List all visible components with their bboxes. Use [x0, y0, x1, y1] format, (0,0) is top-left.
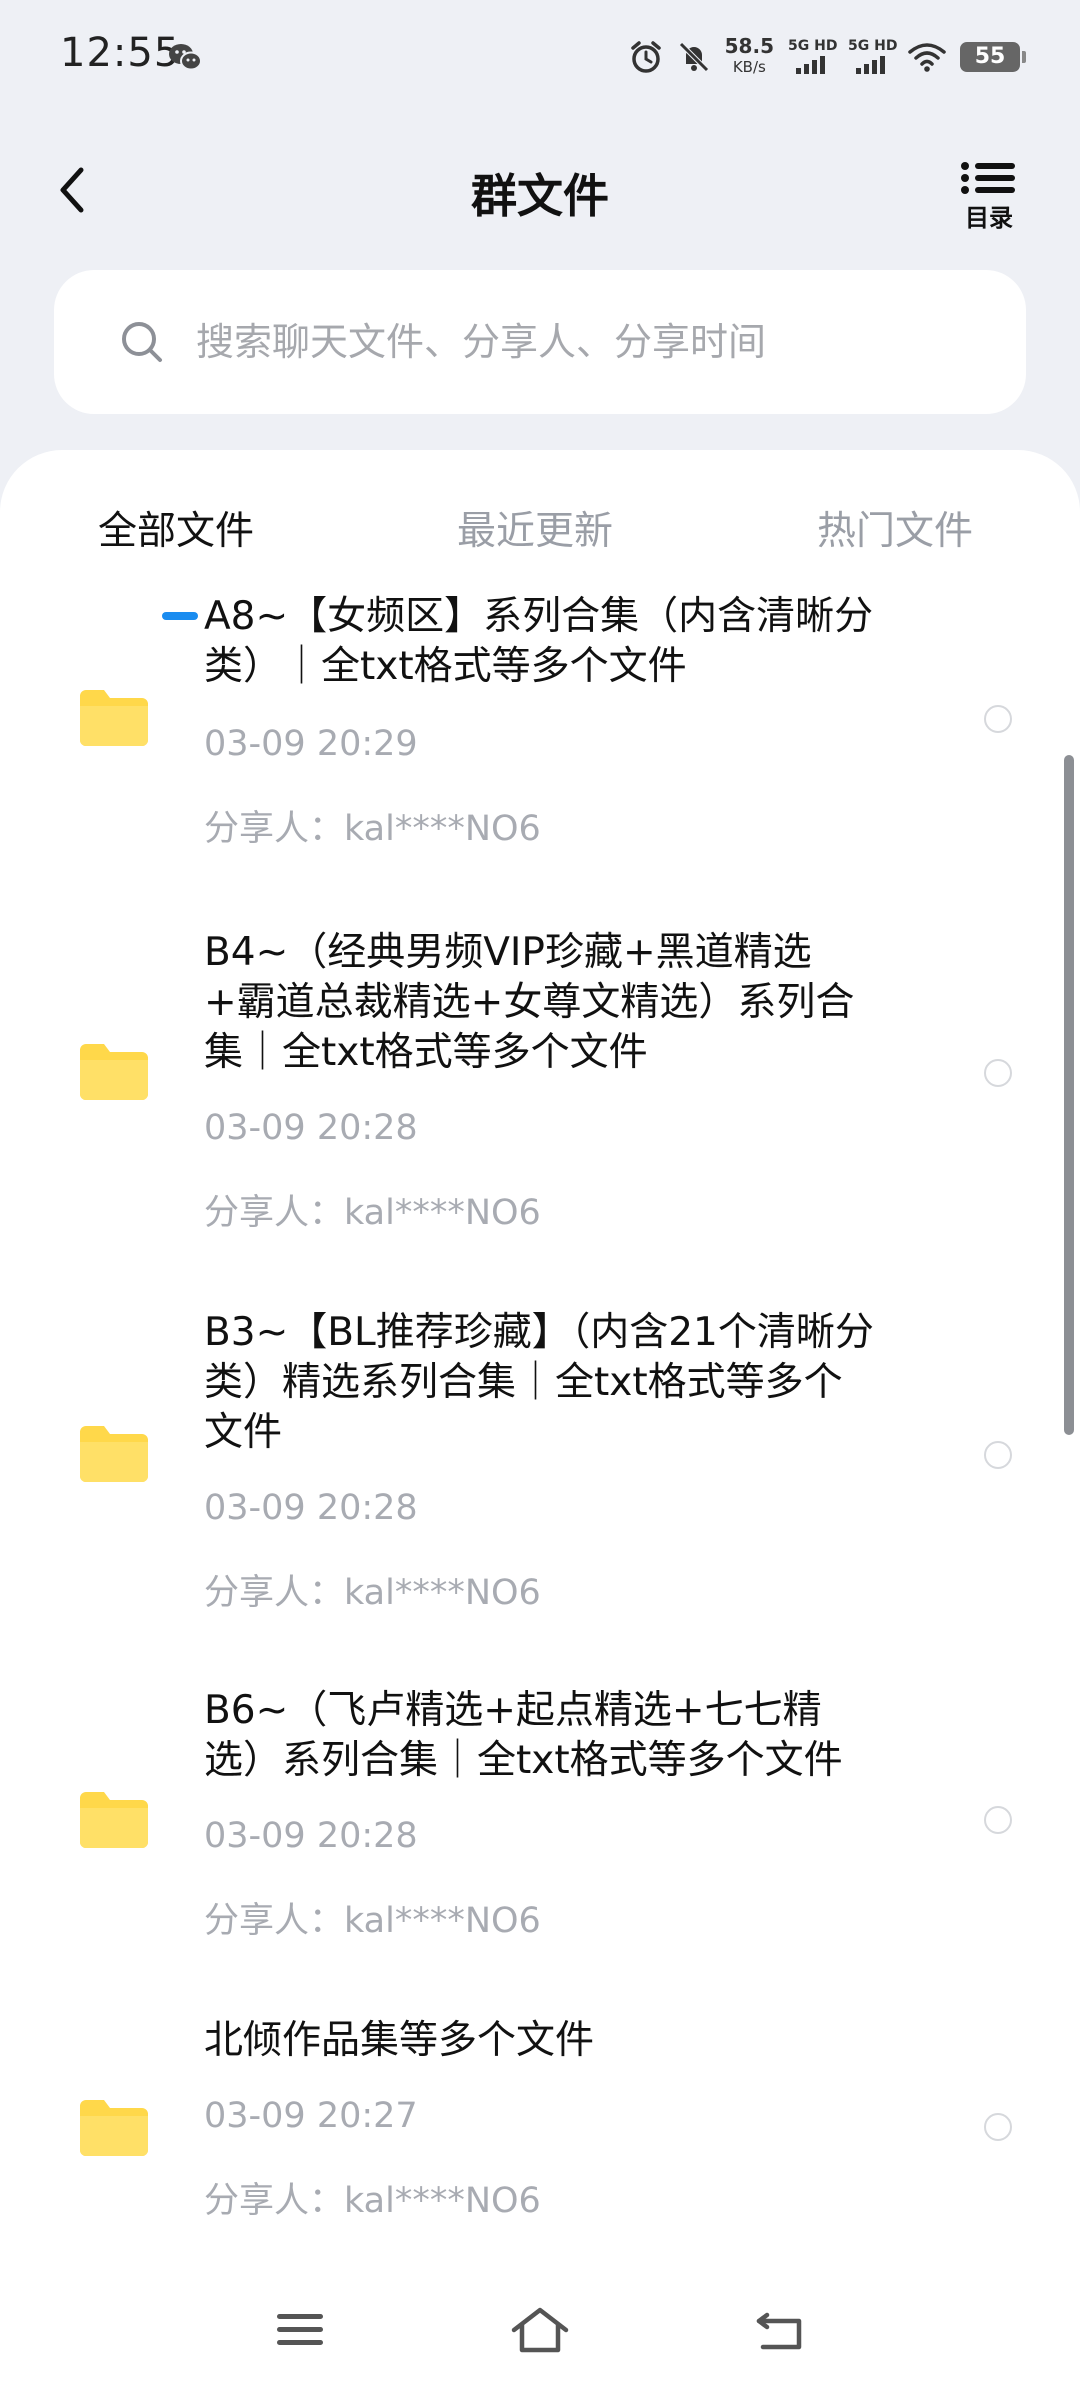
net-speed-value: 58.5 [724, 34, 774, 58]
signal-2-label: 5G HD [848, 38, 898, 54]
file-title: B6~（飞卢精选+起点精选+七七精 选）系列合集｜全txt格式等多个文件 [204, 1686, 884, 1786]
directory-icon [961, 162, 1015, 194]
status-bar: 12:55 58.5 KB/s 5G HD 5G HD 55 [0, 0, 1080, 118]
wechat-icon [169, 44, 202, 71]
signal-bars-icon [856, 56, 885, 74]
file-time: 03-09 20:29 [204, 724, 418, 764]
select-radio[interactable] [984, 705, 1012, 733]
file-item[interactable]: B6~（飞卢精选+起点精选+七七精 选）系列合集｜全txt格式等多个文件 03-… [0, 1686, 1080, 2016]
home-icon [511, 2307, 569, 2353]
return-icon [756, 2312, 802, 2350]
screen: 12:55 58.5 KB/s 5G HD 5G HD 55 群文件 目录 搜索… [0, 0, 1080, 2400]
file-title-line: B4~（经典男频VIP珍藏+黑道精选 [204, 930, 812, 975]
tab-popular-files[interactable]: 热门文件 [817, 500, 973, 556]
scrollbar[interactable] [1064, 755, 1074, 1435]
directory-label: 目录 [965, 204, 1013, 232]
file-item[interactable]: B4~（经典男频VIP珍藏+黑道精选 +霸道总裁精选+女尊文精选）系列合 集｜全… [0, 928, 1080, 1308]
alarm-icon [630, 41, 661, 73]
net-speed-unit: KB/s [732, 58, 766, 76]
file-title-line: A8~【女频区】系列合集（内含清晰分 [204, 594, 874, 639]
file-title: B3~【BL推荐珍藏】（内含21个清晰分 类）精选系列合集｜全txt格式等多个 … [204, 1308, 884, 1458]
file-time: 03-09 20:27 [204, 2096, 418, 2136]
search-icon [122, 322, 162, 362]
select-radio[interactable] [984, 2113, 1012, 2141]
tab-recent-updates[interactable]: 最近更新 [457, 500, 613, 556]
folder-icon [80, 1792, 148, 1848]
file-title-line: 选）系列合集｜全txt格式等多个文件 [204, 1738, 843, 1783]
file-time: 03-09 20:28 [204, 1488, 418, 1528]
tab-bar: 全部文件 最近更新 热门文件 [0, 500, 1080, 620]
file-list-panel: 全部文件 最近更新 热门文件 A8~【女频区】系列合集（内含清晰分 类）｜全tx… [0, 450, 1080, 2260]
folder-icon [80, 1426, 148, 1482]
file-title-line: 集｜全txt格式等多个文件 [204, 1030, 648, 1075]
folder-icon [80, 690, 148, 746]
file-list: A8~【女频区】系列合集（内含清晰分 类）｜全txt格式等多个文件 03-09 … [0, 580, 1080, 2260]
file-title-line: 类）精选系列合集｜全txt格式等多个 [204, 1360, 843, 1405]
file-sharer: 分享人：kal****NO6 [204, 809, 541, 849]
net-speed: 58.5 KB/s [725, 36, 774, 78]
file-sharer: 分享人：kal****NO6 [204, 2181, 541, 2221]
page-title: 群文件 [471, 169, 609, 223]
signal-1: 5G HD [788, 38, 838, 76]
file-title-line: B6~（飞卢精选+起点精选+七七精 [204, 1688, 822, 1733]
status-icons: 58.5 KB/s 5G HD 5G HD 55 [629, 34, 1026, 80]
folder-icon [80, 2100, 148, 2156]
file-title: 北倾作品集等多个文件 [204, 2016, 884, 2066]
signal-1-label: 5G HD [788, 38, 838, 54]
select-radio[interactable] [984, 1806, 1012, 1834]
menu-button[interactable] [265, 2300, 335, 2360]
file-title: B4~（经典男频VIP珍藏+黑道精选 +霸道总裁精选+女尊文精选）系列合 集｜全… [204, 928, 884, 1078]
directory-button[interactable]: 目录 [954, 160, 1024, 236]
file-item[interactable]: A8~【女频区】系列合集（内含清晰分 类）｜全txt格式等多个文件 03-09 … [0, 580, 1080, 928]
menu-icon [277, 2314, 323, 2345]
signal-2: 5G HD [848, 38, 898, 76]
file-time: 03-09 20:28 [204, 1108, 418, 1148]
return-button[interactable] [745, 2300, 815, 2360]
select-radio[interactable] [984, 1441, 1012, 1469]
wifi-icon [908, 43, 946, 72]
file-title-line: 类）｜全txt格式等多个文件 [204, 644, 687, 689]
search-input[interactable] [196, 320, 956, 364]
file-title-line: 文件 [204, 1410, 283, 1455]
select-radio[interactable] [984, 1059, 1012, 1087]
file-title-line: B3~【BL推荐珍藏】（内含21个清晰分 [204, 1310, 874, 1355]
status-time: 12:55 [60, 30, 181, 76]
battery-indicator: 55 [960, 42, 1026, 72]
file-title-line: 北倾作品集等多个文件 [204, 2018, 595, 2063]
file-item[interactable]: 北倾作品集等多个文件 03-09 20:27 分享人：kal****NO6 [0, 2016, 1080, 2260]
file-sharer: 分享人：kal****NO6 [204, 1573, 541, 1613]
signal-bars-icon [796, 56, 825, 74]
folder-icon [80, 1044, 148, 1100]
search-box[interactable] [54, 270, 1026, 414]
tab-all-files[interactable]: 全部文件 [98, 500, 254, 556]
home-button[interactable] [505, 2300, 575, 2360]
system-nav-bar [0, 2260, 1080, 2400]
header: 群文件 目录 [0, 140, 1080, 250]
file-time: 03-09 20:28 [204, 1816, 418, 1856]
file-title: A8~【女频区】系列合集（内含清晰分 类）｜全txt格式等多个文件 [204, 592, 884, 692]
file-sharer: 分享人：kal****NO6 [204, 1193, 541, 1233]
mute-icon [678, 42, 709, 72]
file-item[interactable]: B3~【BL推荐珍藏】（内含21个清晰分 类）精选系列合集｜全txt格式等多个 … [0, 1308, 1080, 1686]
file-title-line: +霸道总裁精选+女尊文精选）系列合 [204, 980, 855, 1025]
file-sharer: 分享人：kal****NO6 [204, 1901, 541, 1941]
